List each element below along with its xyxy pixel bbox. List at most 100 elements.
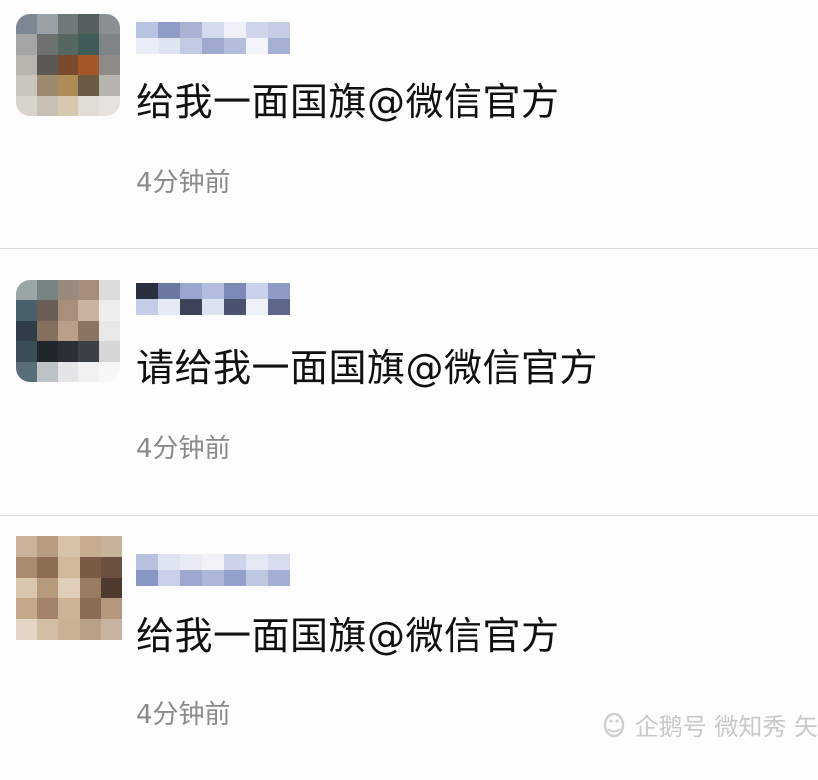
avatar-mosaic-cell (78, 75, 100, 96)
avatar-mosaic-cell (100, 577, 122, 599)
nickname-mosaic-cell (180, 299, 202, 315)
avatar-mosaic-cell (16, 556, 38, 578)
avatar-mosaic-cell (37, 577, 59, 599)
nickname-mosaic-cell (246, 38, 268, 54)
avatar-mosaic-cell (36, 300, 58, 321)
avatar-mosaic-cell (16, 300, 37, 321)
avatar-mosaic-cell (78, 320, 100, 342)
nickname-mosaic-cell (246, 554, 268, 570)
nickname-mosaic-cell (136, 299, 158, 315)
nickname-mosaic-cell (180, 554, 202, 570)
avatar-mosaic-cell (58, 577, 80, 599)
comment-text: 给我一面国旗@微信官方 (136, 614, 560, 658)
avatar-mosaic-cell (57, 300, 79, 321)
avatar-mosaic-cell (100, 619, 122, 640)
avatar-mosaic-cell (78, 95, 100, 116)
nickname-mosaic-cell (268, 38, 290, 54)
avatar-mosaic-cell (57, 361, 79, 382)
avatar-mosaic-cell (78, 280, 100, 301)
comment-item[interactable]: 给我一面国旗@微信官方 4分钟前 (0, 0, 818, 248)
comment-item[interactable]: 请给我一面国旗@微信官方 4分钟前 (0, 266, 818, 514)
nickname-mosaic-cell (202, 554, 224, 570)
nickname-mosaic-cell (180, 570, 202, 586)
avatar-mosaic-cell (99, 280, 120, 301)
avatar-mosaic-cell (37, 536, 59, 557)
avatar-mosaic-cell (79, 556, 101, 578)
avatar-mosaic-cell (36, 341, 58, 362)
nickname-mosaic-cell (268, 554, 290, 570)
nickname-mosaic-cell (202, 22, 224, 38)
nickname-mosaic-cell (224, 22, 246, 38)
nickname-mosaic-cell (268, 570, 290, 586)
avatar-mosaic-cell (36, 54, 58, 76)
comment-item[interactable]: 给我一面国旗@微信官方 4分钟前 (0, 532, 818, 780)
nickname-mosaic-cell (246, 22, 268, 38)
avatar-mosaic-cell (99, 14, 120, 35)
avatar-mosaic-cell (57, 54, 79, 76)
nickname-mosaic-cell (136, 283, 158, 299)
nickname-mosaic-cell (224, 38, 246, 54)
nickname-mosaic-cell (158, 283, 180, 299)
comment-text: 给我一面国旗@微信官方 (136, 80, 560, 124)
nickname-mosaic-cell (246, 299, 268, 315)
avatar-mosaic-cell (57, 95, 79, 116)
avatar[interactable] (16, 14, 120, 116)
avatar-mosaic-cell (57, 280, 79, 301)
nickname-blurred[interactable] (136, 554, 316, 586)
avatar-mosaic-cell (36, 280, 58, 301)
divider (0, 248, 818, 249)
nickname-blurred[interactable] (136, 22, 290, 54)
divider (0, 515, 818, 516)
nickname-mosaic-cell (180, 283, 202, 299)
avatar-mosaic-cell (36, 75, 58, 96)
avatar-mosaic-cell (58, 619, 80, 640)
avatar-mosaic-cell (16, 536, 38, 557)
nickname-mosaic-cell (136, 554, 158, 570)
avatar-mosaic-cell (78, 361, 100, 382)
comment-feed: 给我一面国旗@微信官方 4分钟前 请给我一面国旗@微信官方 4分钟前 给我一面国… (0, 0, 818, 753)
watermark-text: 企鹅号 微知秀 矢 (634, 712, 818, 741)
avatar-mosaic-cell (57, 320, 79, 342)
nickname-mosaic-cell (158, 38, 180, 54)
avatar[interactable] (16, 280, 120, 382)
comment-text: 请给我一面国旗@微信官方 (136, 346, 599, 390)
nickname-mosaic-cell (158, 570, 180, 586)
nickname-mosaic-cell (202, 38, 224, 54)
nickname-blurred[interactable] (136, 283, 290, 315)
nickname-mosaic-cell (158, 299, 180, 315)
avatar-mosaic-cell (16, 54, 37, 76)
avatar-mosaic-cell (58, 536, 80, 557)
comment-timestamp: 4分钟前 (136, 168, 231, 198)
avatar-mosaic-cell (100, 556, 122, 578)
nickname-mosaic-cell (136, 570, 158, 586)
avatar-mosaic-cell (36, 34, 58, 55)
avatar-mosaic-cell (16, 619, 38, 640)
nickname-mosaic-cell (202, 299, 224, 315)
nickname-mosaic-cell (224, 283, 246, 299)
avatar-mosaic-cell (57, 14, 79, 35)
avatar-mosaic-cell (16, 75, 37, 96)
avatar-mosaic-cell (36, 14, 58, 35)
avatar-mosaic-cell (37, 556, 59, 578)
avatar-mosaic-cell (100, 598, 122, 620)
nickname-mosaic-cell (202, 283, 224, 299)
avatar-mosaic-cell (78, 34, 100, 55)
avatar-mosaic-cell (99, 75, 120, 96)
avatar-mosaic-cell (36, 320, 58, 342)
avatar-mosaic-cell (99, 361, 120, 382)
avatar-mosaic-cell (57, 75, 79, 96)
avatar-mosaic-cell (16, 577, 38, 599)
avatar[interactable] (16, 536, 122, 640)
nickname-mosaic-cell (246, 283, 268, 299)
avatar-mosaic-cell (16, 34, 37, 55)
nickname-mosaic-cell (224, 299, 246, 315)
avatar-mosaic-cell (99, 300, 120, 321)
nickname-mosaic-cell (224, 570, 246, 586)
avatar-mosaic-cell (16, 341, 37, 362)
nickname-mosaic-cell (136, 38, 158, 54)
watermark: 企鹅号 微知秀 矢 (599, 706, 818, 742)
nickname-mosaic-cell (136, 22, 158, 38)
nickname-mosaic-cell (268, 299, 290, 315)
penguin-logo-icon (603, 712, 624, 738)
avatar-mosaic-cell (99, 54, 120, 76)
